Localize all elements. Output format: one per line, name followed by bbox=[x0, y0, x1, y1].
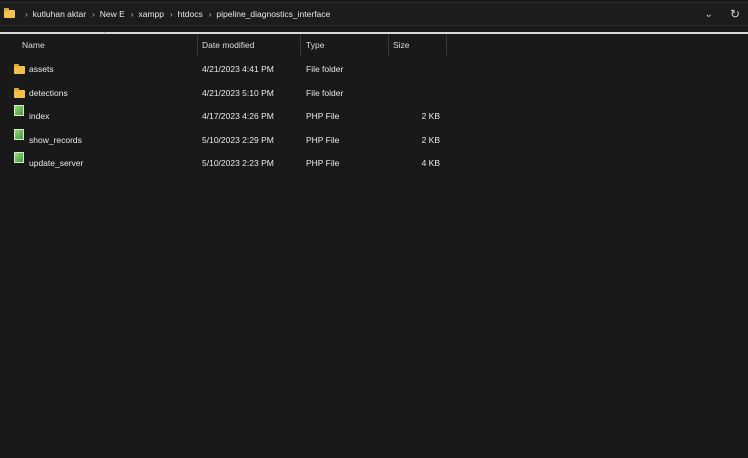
divider bbox=[0, 32, 748, 34]
folder-icon bbox=[14, 90, 25, 98]
column-divider[interactable] bbox=[388, 35, 389, 55]
file-type: PHP File bbox=[306, 105, 339, 127]
file-date: 4/21/2023 4:41 PM bbox=[202, 58, 274, 80]
folder-icon bbox=[14, 66, 25, 74]
folder-icon bbox=[4, 10, 15, 18]
file-name: detections bbox=[29, 82, 68, 104]
file-name: assets bbox=[29, 58, 54, 80]
column-size[interactable]: Size bbox=[393, 35, 410, 55]
chevron-right-icon[interactable]: › bbox=[92, 10, 95, 19]
chevron-right-icon[interactable]: › bbox=[170, 10, 173, 19]
breadcrumb-item[interactable]: pipeline_diagnostics_interface bbox=[216, 9, 330, 19]
breadcrumb-item[interactable]: New E bbox=[100, 9, 125, 19]
file-type: PHP File bbox=[306, 152, 339, 174]
php-file-icon bbox=[14, 129, 24, 140]
sort-up-icon: ^ bbox=[103, 32, 106, 39]
file-row[interactable]: index 4/17/2023 4:26 PM PHP File 2 KB bbox=[0, 105, 748, 127]
file-date: 4/17/2023 4:26 PM bbox=[202, 105, 274, 127]
column-header: ^ Name Date modified Type Size bbox=[0, 35, 748, 55]
breadcrumb-item[interactable]: xampp bbox=[138, 9, 164, 19]
file-type: PHP File bbox=[306, 129, 339, 151]
column-date[interactable]: Date modified bbox=[202, 35, 254, 55]
php-file-icon bbox=[14, 152, 24, 163]
file-row[interactable]: detections 4/21/2023 5:10 PM File folder bbox=[0, 82, 748, 104]
refresh-icon[interactable]: ↻ bbox=[730, 7, 740, 21]
chevron-right-icon[interactable]: › bbox=[25, 10, 28, 19]
file-name: update_server bbox=[29, 152, 83, 174]
file-date: 5/10/2023 2:29 PM bbox=[202, 129, 274, 151]
file-name: show_records bbox=[29, 129, 82, 151]
file-size: 2 KB bbox=[422, 105, 440, 127]
column-divider[interactable] bbox=[446, 35, 447, 55]
column-type[interactable]: Type bbox=[306, 35, 324, 55]
breadcrumb-item[interactable]: kutluhan aktar bbox=[33, 9, 86, 19]
column-name[interactable]: Name bbox=[22, 35, 45, 55]
file-date: 5/10/2023 2:23 PM bbox=[202, 152, 274, 174]
column-divider[interactable] bbox=[300, 35, 301, 55]
address-bar[interactable]: › kutluhan aktar › New E › xampp › htdoc… bbox=[0, 2, 748, 26]
file-row[interactable]: show_records 5/10/2023 2:29 PM PHP File 2 K… bbox=[0, 129, 748, 151]
chevron-right-icon[interactable]: › bbox=[209, 10, 212, 19]
file-type: File folder bbox=[306, 58, 343, 80]
column-divider[interactable] bbox=[197, 35, 198, 55]
file-size: 2 KB bbox=[422, 129, 440, 151]
file-row[interactable]: update_server 5/10/2023 2:23 PM PHP File 4 … bbox=[0, 152, 748, 174]
file-row[interactable]: assets 4/21/2023 4:41 PM File folder bbox=[0, 58, 748, 80]
php-file-icon bbox=[14, 105, 24, 116]
file-size: 4 KB bbox=[422, 152, 440, 174]
breadcrumb: › kutluhan aktar › New E › xampp › htdoc… bbox=[19, 9, 330, 19]
chevron-down-icon[interactable]: ⌄ bbox=[705, 9, 713, 20]
file-name: index bbox=[29, 105, 49, 127]
breadcrumb-item[interactable]: htdocs bbox=[178, 9, 203, 19]
file-date: 4/21/2023 5:10 PM bbox=[202, 82, 274, 104]
chevron-right-icon[interactable]: › bbox=[131, 10, 134, 19]
file-type: File folder bbox=[306, 82, 343, 104]
